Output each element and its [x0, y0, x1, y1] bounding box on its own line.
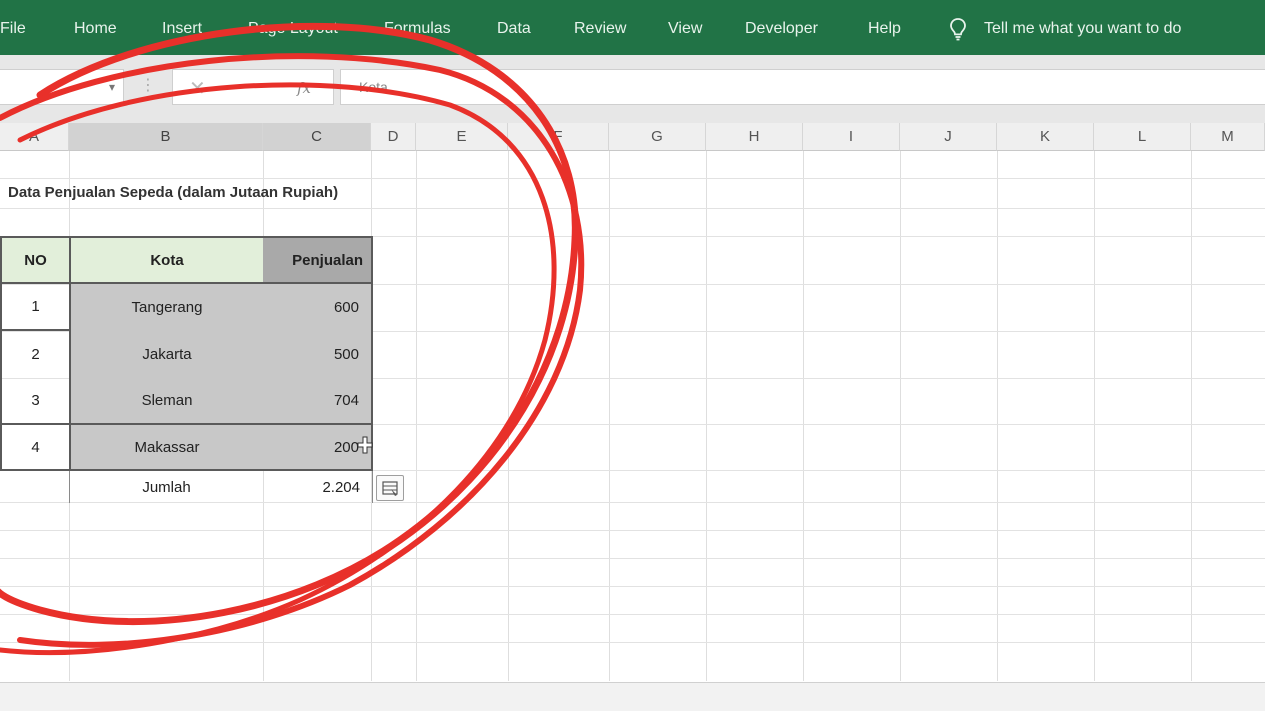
ribbon-tabs-bar: File Home Insert Page Layout Formulas Da… [0, 0, 1265, 55]
column-header-d[interactable]: D [371, 123, 416, 151]
table-row-1-kota[interactable]: Tangerang [69, 284, 263, 331]
tell-me-label: Tell me what you want to do [984, 20, 1182, 37]
table-row-3-penjualan[interactable]: 704 [263, 378, 373, 425]
tab-home[interactable]: Home [74, 20, 117, 38]
fx-button[interactable]: fx [297, 79, 311, 97]
chevron-down-icon[interactable]: ▾ [109, 80, 115, 94]
header-penjualan[interactable]: Penjualan [263, 236, 373, 284]
sheet-bottom-strip [0, 682, 1265, 711]
formula-buttons: ✕ fx [172, 69, 334, 105]
tab-help[interactable]: Help [868, 20, 901, 38]
header-kota[interactable]: Kota [69, 236, 263, 284]
column-header-j[interactable]: J [900, 123, 997, 151]
table-row-3-no[interactable]: 3 [0, 378, 69, 425]
formula-input[interactable]: Kota [340, 69, 1265, 105]
tab-formulas[interactable]: Formulas [384, 20, 451, 38]
tab-data[interactable]: Data [497, 20, 531, 38]
close-icon[interactable]: ✕ [189, 76, 206, 101]
tab-page-layout[interactable]: Page Layout [248, 20, 338, 38]
table-row-1-penjualan[interactable]: 600 [263, 284, 373, 331]
tab-insert[interactable]: Insert [162, 20, 202, 38]
total-label[interactable]: Jumlah [69, 471, 263, 503]
lightbulb-icon [950, 18, 966, 41]
table-row-1-no[interactable]: 1 [0, 284, 69, 331]
column-header-i[interactable]: I [803, 123, 900, 151]
table-row-4-no[interactable]: 4 [0, 425, 69, 471]
column-header-b[interactable]: B [69, 123, 263, 151]
column-header-c[interactable]: C [263, 123, 371, 151]
tab-developer[interactable]: Developer [745, 20, 818, 38]
table-row-2-kota[interactable]: Jakarta [69, 331, 263, 378]
quick-analysis-button[interactable] [376, 475, 404, 501]
formula-bar-area: ▾ ⋮ ✕ fx Kota [0, 55, 1265, 123]
table-row-2-penjualan[interactable]: 500 [263, 331, 373, 378]
name-box[interactable]: ▾ [0, 69, 124, 105]
column-header-f[interactable]: F [508, 123, 609, 151]
column-header-e[interactable]: E [416, 123, 508, 151]
table-row-4-kota[interactable]: Makassar [69, 425, 263, 471]
formula-value: Kota [359, 79, 388, 95]
column-header-g[interactable]: G [609, 123, 706, 151]
total-value[interactable]: 2.204 [263, 471, 373, 503]
column-header-m[interactable]: M [1191, 123, 1265, 151]
column-header-k[interactable]: K [997, 123, 1094, 151]
tab-file[interactable]: File [0, 20, 26, 38]
tab-review[interactable]: Review [574, 20, 626, 38]
column-header-l[interactable]: L [1094, 123, 1191, 151]
table-row-3-kota[interactable]: Sleman [69, 378, 263, 425]
header-no[interactable]: NO [0, 236, 69, 284]
tab-view[interactable]: View [668, 20, 702, 38]
tell-me-search[interactable]: Tell me what you want to do [946, 16, 1181, 42]
crosshair-cursor-icon [357, 436, 373, 454]
sheet-title[interactable]: Data Penjualan Sepeda (dalam Jutaan Rupi… [8, 184, 338, 201]
quick-analysis-icon [382, 481, 398, 496]
column-header-h[interactable]: H [706, 123, 803, 151]
column-header-a[interactable]: A [0, 123, 69, 151]
more-options-icon: ⋮ [140, 77, 157, 94]
table-row-2-no[interactable]: 2 [0, 331, 69, 378]
